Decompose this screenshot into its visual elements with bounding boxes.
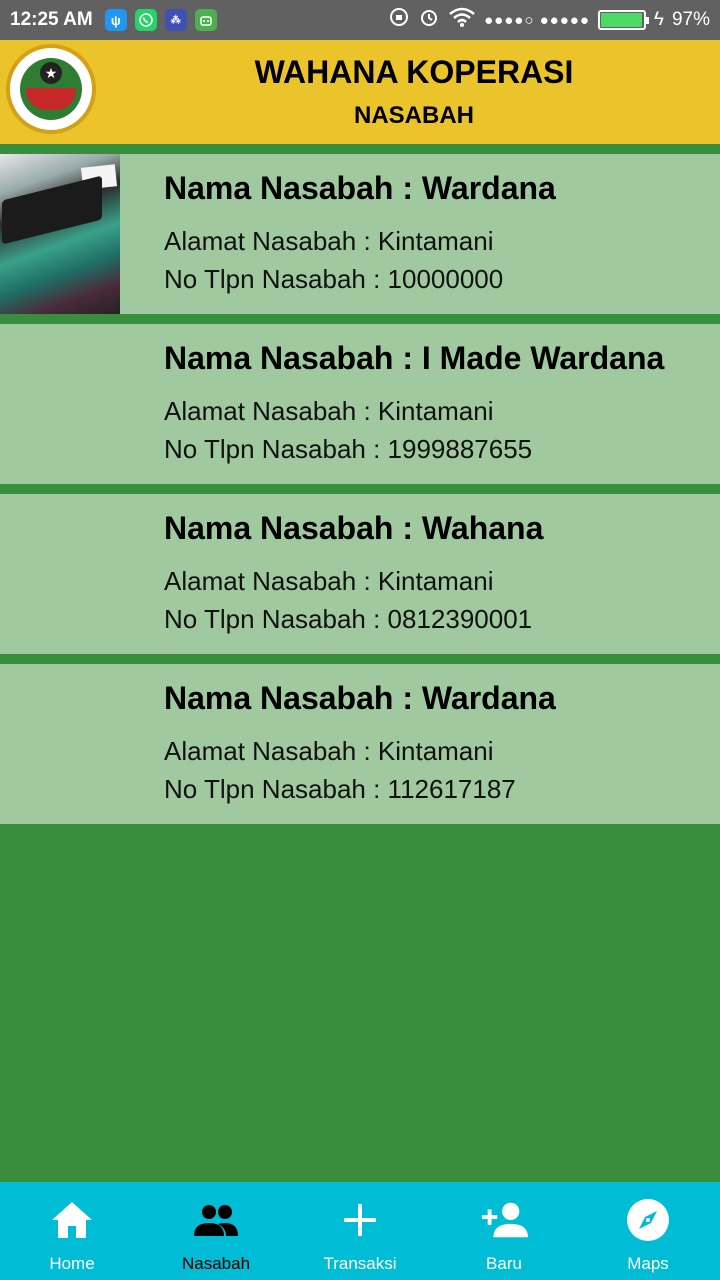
koperasi-logo: ★ (6, 44, 96, 134)
status-bar: 12:25 AM ψ ⁂ ●●●●○ ●●●●● ϟ 97% (0, 0, 720, 40)
home-icon (48, 1196, 96, 1244)
nav-label: Home (49, 1254, 95, 1273)
customer-card[interactable]: Nama Nasabah : Wardana Alamat Nasabah : … (0, 664, 720, 824)
battery-percent: 97% (671, 9, 710, 30)
customer-address: Alamat Nasabah : Kintamani (164, 226, 494, 256)
android-icon (194, 9, 217, 31)
wifi-icon (448, 6, 476, 34)
customer-address: Alamat Nasabah : Kintamani (164, 736, 494, 766)
nav-label: Baru (486, 1254, 522, 1273)
header-title: WAHANA KOPERASI (254, 54, 574, 90)
nav-transaksi[interactable]: Transaksi (288, 1182, 432, 1280)
customer-list: Nama Nasabah : Wardana Alamat Nasabah : … (0, 154, 720, 834)
app-header: ★ WAHANA KOPERASI NASABAH (0, 40, 720, 144)
customer-address: Alamat Nasabah : Kintamani (164, 566, 494, 596)
customer-phone: No Tlpn Nasabah : 112617187 (164, 774, 516, 804)
nav-home[interactable]: Home (0, 1182, 144, 1280)
whatsapp-icon (134, 9, 157, 31)
customer-address: Alamat Nasabah : Kintamani (164, 396, 494, 426)
bbm-icon: ⁂ (164, 9, 187, 31)
battery-fill (600, 13, 642, 27)
customer-card[interactable]: Nama Nasabah : Wahana Alamat Nasabah : K… (0, 494, 720, 654)
people-icon (192, 1196, 240, 1244)
customer-card[interactable]: Nama Nasabah : I Made Wardana Alamat Nas… (0, 324, 720, 484)
customer-phone: No Tlpn Nasabah : 1999887655 (164, 434, 533, 464)
customer-phone: No Tlpn Nasabah : 10000000 (164, 264, 504, 294)
add-person-icon (480, 1196, 528, 1244)
header-subtitle: NASABAH (354, 102, 474, 129)
customer-name: Nama Nasabah : Wardana (164, 170, 556, 206)
charging-icon: ϟ (653, 9, 664, 30)
status-time: 12:25 AM (10, 9, 93, 30)
rotation-lock-icon (388, 6, 410, 34)
usb-icon: ψ (104, 9, 127, 31)
nav-label: Maps (627, 1254, 669, 1273)
customer-phone: No Tlpn Nasabah : 0812390001 (164, 604, 533, 634)
nav-maps[interactable]: Maps (576, 1182, 720, 1280)
signal-strength-icon: ●●●●○ ●●●●● (484, 11, 590, 29)
compass-icon (624, 1196, 672, 1244)
plus-icon (336, 1196, 384, 1244)
nav-label: Transaksi (323, 1254, 397, 1273)
customer-photo (0, 154, 120, 314)
nav-nasabah[interactable]: Nasabah (144, 1182, 288, 1280)
bottom-navigation: Home Nasabah Transaksi Baru Maps (0, 1182, 720, 1280)
nav-baru[interactable]: Baru (432, 1182, 576, 1280)
customer-name: Nama Nasabah : Wahana (164, 510, 544, 546)
alarm-icon (418, 6, 440, 34)
battery-icon (597, 10, 649, 30)
customer-name: Nama Nasabah : I Made Wardana (164, 340, 665, 376)
customer-card[interactable]: Nama Nasabah : Wardana Alamat Nasabah : … (0, 154, 720, 314)
customer-name: Nama Nasabah : Wardana (164, 680, 556, 716)
nav-label: Nasabah (181, 1254, 251, 1273)
